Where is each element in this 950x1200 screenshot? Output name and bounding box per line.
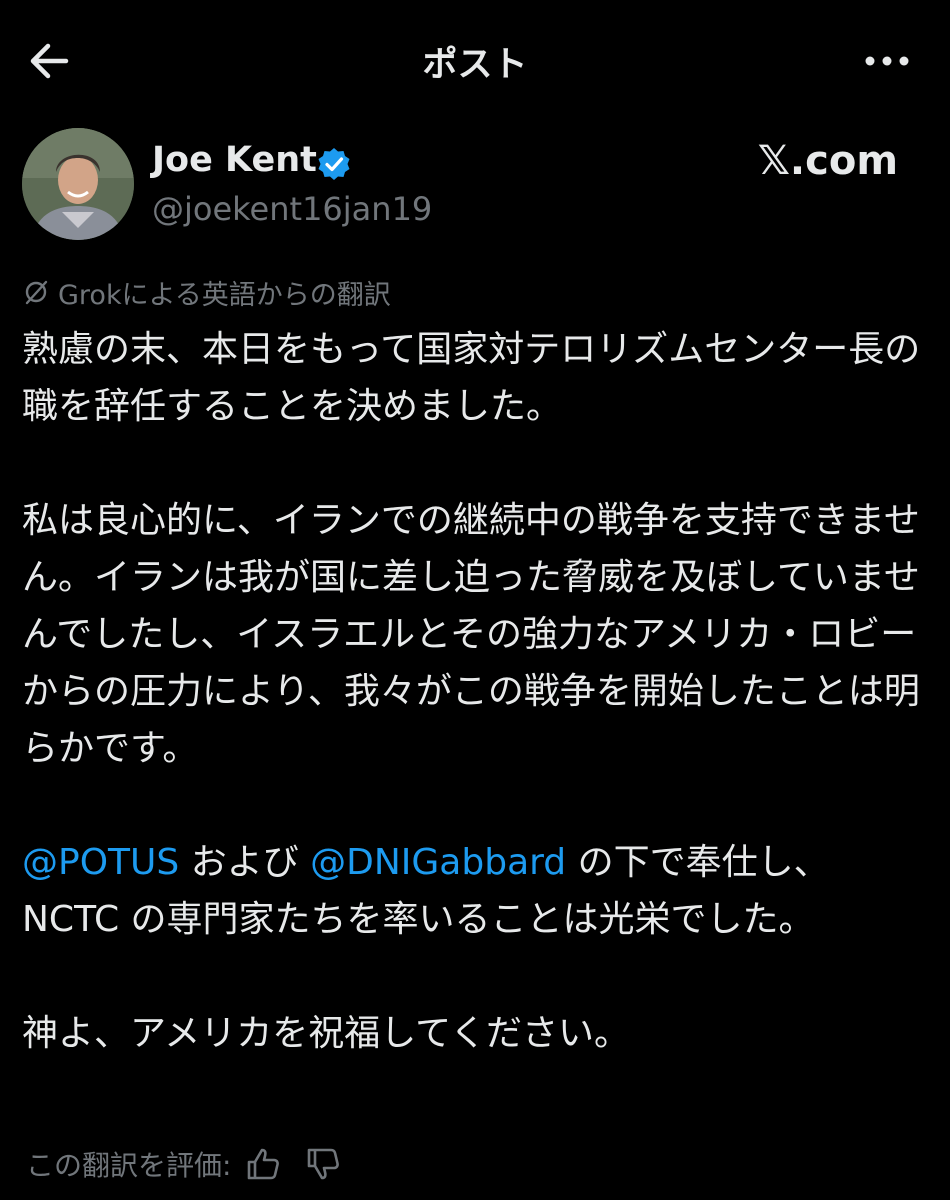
post-paragraph: 神よ、アメリカを祝福してください。	[22, 1013, 631, 1054]
post-text-span: および	[179, 842, 311, 883]
mention-link[interactable]: @POTUS	[22, 842, 179, 883]
x-logo: 𝕏.com	[757, 138, 898, 184]
rating-label: この翻訳を評価:	[26, 1149, 232, 1182]
more-options-button[interactable]	[862, 46, 912, 76]
translation-note: Grokによる英語からの翻訳	[22, 272, 391, 312]
top-bar: ポスト	[0, 0, 950, 120]
post-author: Joe Kent @joekent16jan19 𝕏.com	[0, 120, 950, 250]
avatar[interactable]	[22, 128, 134, 240]
translation-label: Grokによる英語からの翻訳	[58, 279, 391, 311]
author-name[interactable]: Joe Kent	[152, 140, 317, 180]
mention-link[interactable]: @DNIGabbard	[310, 842, 566, 883]
post-paragraph: 私は良心的に、イランでの継続中の戦争を支持できません。イランは我が国に差し迫った…	[22, 500, 920, 769]
thumbs-down-icon[interactable]	[305, 1146, 341, 1182]
post-text: 熟慮の末、本日をもって国家対テロリズムセンター長の職を辞任することを決めました。…	[22, 321, 922, 1062]
post-paragraph: 熟慮の末、本日をもって国家対テロリズムセンター長の職を辞任することを決めました。	[22, 329, 921, 427]
thumbs-up-icon[interactable]	[245, 1146, 281, 1182]
page-title: ポスト	[422, 45, 528, 85]
verified-badge-icon	[318, 148, 350, 180]
post-paragraph: @POTUS および @DNIGabbard の下で奉仕し、NCTC の専門家た…	[22, 834, 922, 948]
translation-rating: この翻訳を評価:	[26, 1142, 341, 1186]
author-handle[interactable]: @joekent16jan19	[152, 190, 432, 228]
more-horizontal-icon	[865, 56, 909, 66]
grok-icon	[25, 280, 48, 305]
